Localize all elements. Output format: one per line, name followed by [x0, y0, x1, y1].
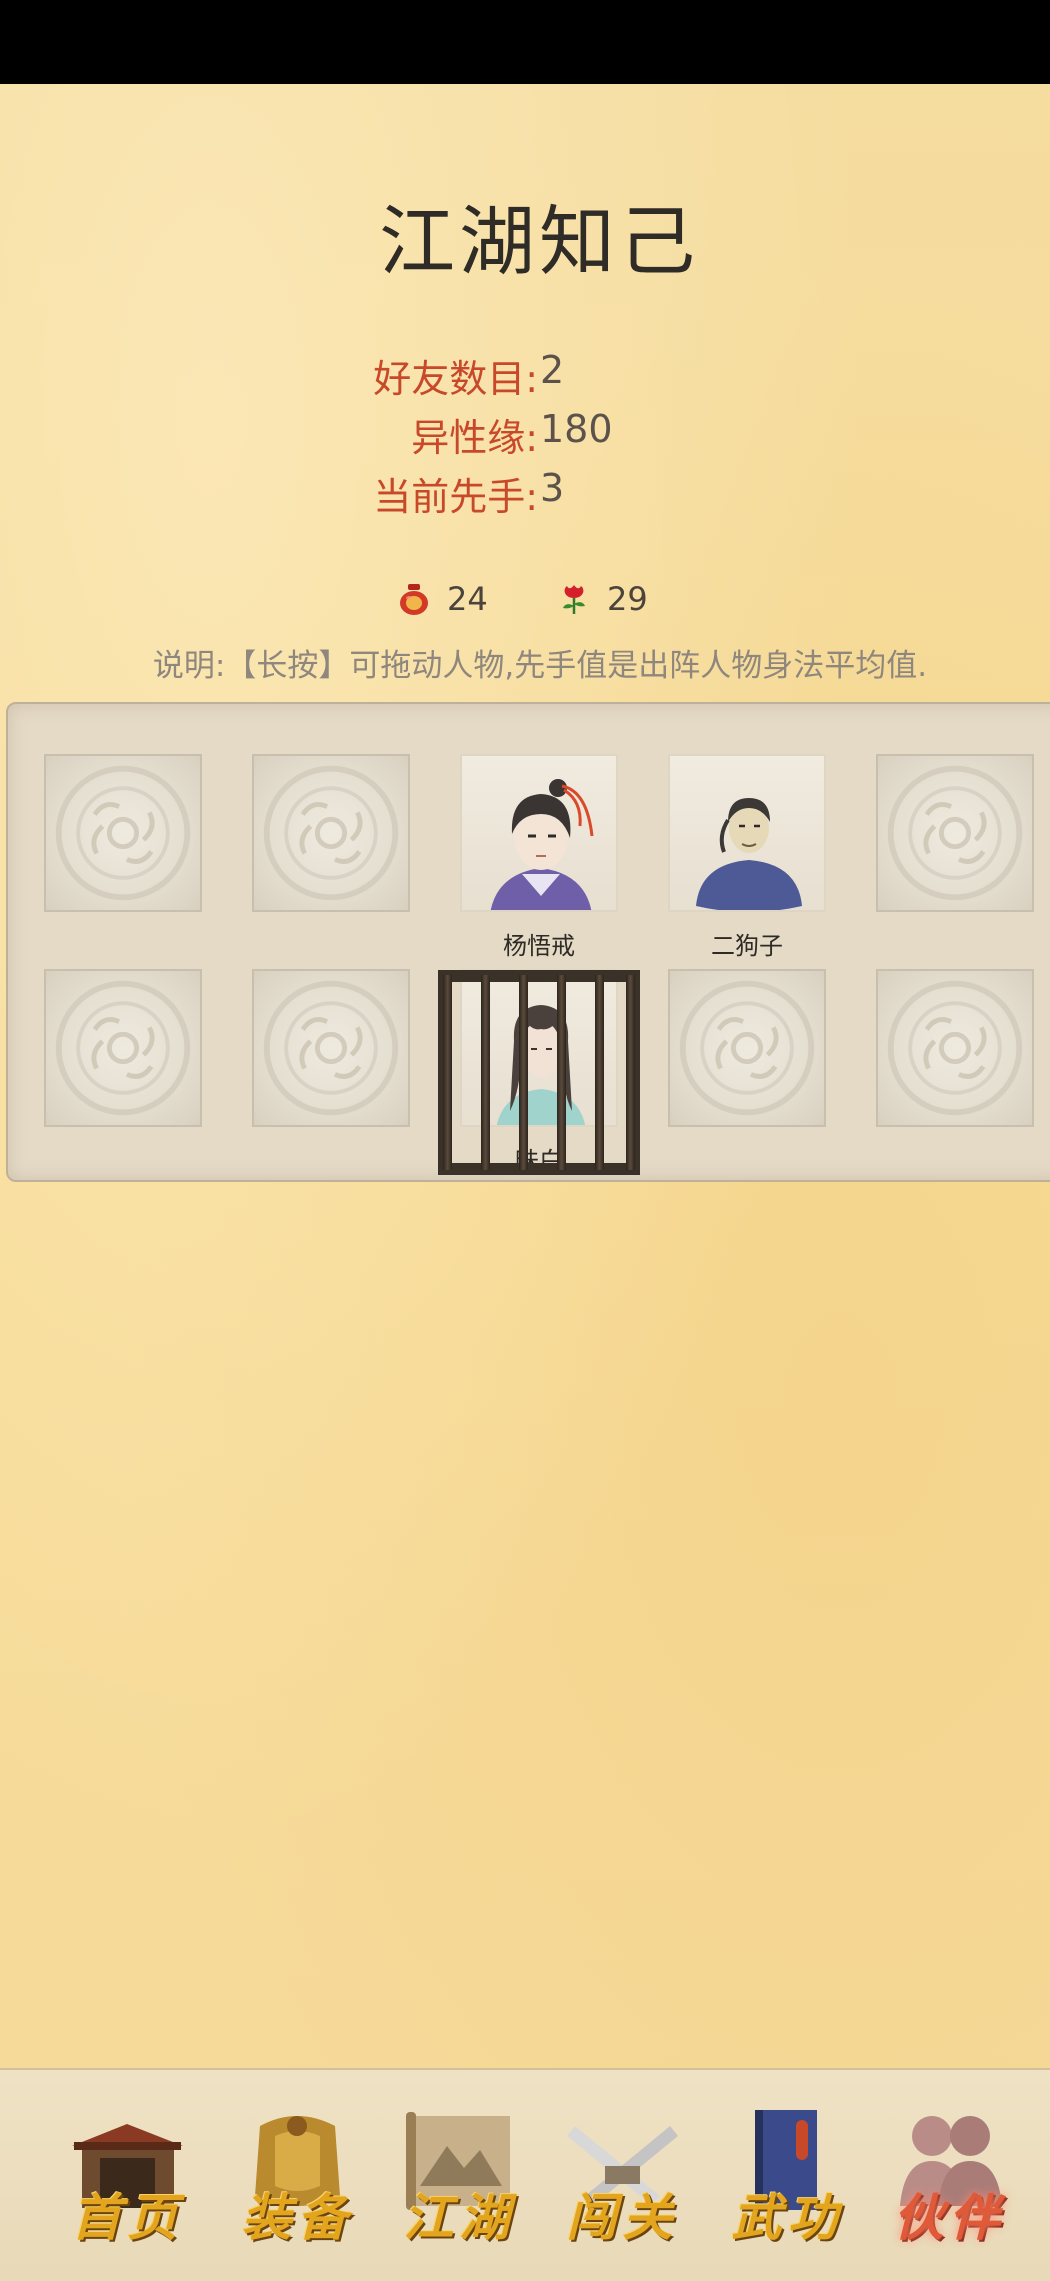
empty-slot[interactable] [876, 754, 1034, 912]
bottom-tab-bar: 首页 装备 江湖 闯关 武功 伙伴 [0, 2068, 1050, 2281]
drag-instruction: 说明:【长按】可拖动人物,先手值是出阵人物身法平均值. [152, 648, 928, 684]
tab-jianghu[interactable]: 江湖 [372, 2070, 547, 2281]
character-slot-ergou[interactable] [668, 754, 826, 912]
medallion-icon [887, 980, 1023, 1116]
ergou-portrait [696, 798, 802, 910]
medallion-icon [679, 980, 815, 1116]
tab-equipment[interactable]: 装备 [210, 2070, 385, 2281]
empty-slot[interactable] [44, 754, 202, 912]
character-name: 二狗子 [711, 932, 783, 960]
medallion-icon [887, 765, 1023, 901]
medallion-icon [263, 980, 399, 1116]
stat-initiative: 当前先手: 3 [373, 466, 565, 519]
status-bar [0, 0, 1050, 84]
empty-slot[interactable] [252, 754, 410, 912]
resource-jar: 24 [397, 580, 488, 618]
tab-home[interactable]: 首页 [40, 2070, 215, 2281]
locked-cage [438, 970, 640, 1175]
character-slot-yang[interactable] [460, 754, 618, 912]
empty-slot[interactable] [876, 969, 1034, 1127]
rose-icon [557, 582, 591, 616]
yang-portrait [490, 779, 594, 910]
jar-icon [397, 582, 431, 616]
page-title: 江湖知己 [379, 197, 699, 286]
tab-martial-arts[interactable]: 武功 [700, 2070, 875, 2281]
tab-partners[interactable]: 伙伴 [862, 2070, 1037, 2281]
tab-challenge[interactable]: 闯关 [535, 2070, 710, 2281]
character-name: 杨悟戒 [503, 932, 575, 960]
empty-slot[interactable] [44, 969, 202, 1127]
medallion-icon [55, 980, 191, 1116]
empty-slot[interactable] [252, 969, 410, 1127]
stat-friend-count: 好友数目: 2 [373, 348, 565, 401]
stat-romance: 异性缘: 180 [411, 407, 613, 460]
empty-slot[interactable] [668, 969, 826, 1127]
medallion-icon [263, 765, 399, 901]
resource-rose: 29 [557, 580, 648, 618]
medallion-icon [55, 765, 191, 901]
